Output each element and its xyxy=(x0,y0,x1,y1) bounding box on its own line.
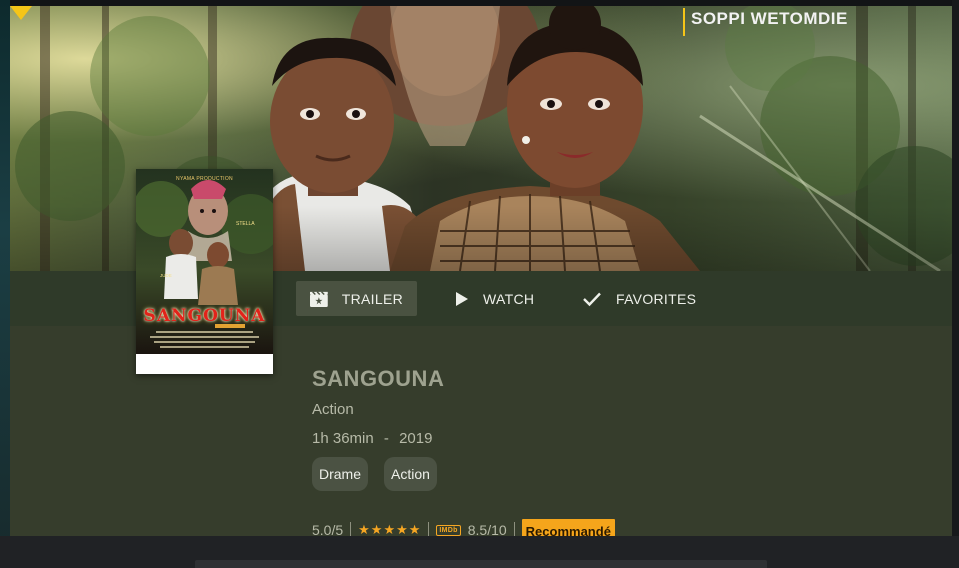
movie-meta: 1h 36min - 2019 xyxy=(312,430,432,447)
watch-button[interactable]: WATCH xyxy=(441,281,561,316)
ratings-row: 5.0/5 ★★★★★ IMDb 8.5/10 Recommandé xyxy=(312,518,615,536)
poster-artwork: STELLA JUDE NYAMA PRODUCTION SANGOUNA xyxy=(136,169,273,354)
rating-divider xyxy=(350,522,352,536)
user-rating: 5.0/5 xyxy=(312,522,344,536)
rating-divider xyxy=(513,522,515,536)
movie-year: 2019 xyxy=(399,430,433,447)
favorites-button[interactable]: FAVORITES xyxy=(568,281,718,316)
trailer-label: TRAILER xyxy=(341,290,403,307)
play-icon xyxy=(456,291,468,306)
imdb-rating: 8.5/10 xyxy=(467,522,507,536)
movie-duration: 1h 36min xyxy=(312,430,374,447)
poster-title: SANGOUNA xyxy=(143,306,266,326)
window-right-edge xyxy=(952,0,959,568)
poster-illustration: STELLA JUDE xyxy=(136,169,273,354)
movie-genre: Action xyxy=(312,401,354,418)
hero-brand-text: SOPPI WETOMDIE xyxy=(683,8,848,36)
poster-studio: NYAMA PRODUCTION xyxy=(176,176,233,182)
recommended-badge: Recommandé xyxy=(521,518,615,536)
genre-chips: Drame Action xyxy=(312,457,437,491)
window-left-edge xyxy=(0,0,10,568)
movie-detail-screen: SOPPI WETOMDIE TRAILER WATCH FAVORITES S… xyxy=(10,6,952,536)
imdb-icon: IMDb xyxy=(436,524,461,536)
favorites-label: FAVORITES xyxy=(616,290,697,307)
trailer-button[interactable]: TRAILER xyxy=(296,281,417,316)
trailer-clapper-icon xyxy=(310,290,328,307)
bottom-scroll-bar[interactable] xyxy=(195,560,767,568)
checkmark-icon xyxy=(583,292,601,306)
movie-title: SANGOUNA xyxy=(312,366,445,391)
chip-action[interactable]: Action xyxy=(384,457,437,491)
chip-drame[interactable]: Drame xyxy=(312,457,369,491)
svg-text:STELLA: STELLA xyxy=(236,221,255,227)
star-rating-icon: ★★★★★ xyxy=(358,522,422,536)
meta-separator: - xyxy=(383,430,389,447)
watch-label: WATCH xyxy=(483,290,535,307)
rating-divider xyxy=(428,522,430,536)
brand-mark-icon xyxy=(10,6,32,20)
svg-text:JUDE: JUDE xyxy=(160,273,172,278)
bottom-strip xyxy=(0,536,959,568)
movie-poster[interactable]: STELLA JUDE NYAMA PRODUCTION SANGOUNA xyxy=(136,169,273,374)
